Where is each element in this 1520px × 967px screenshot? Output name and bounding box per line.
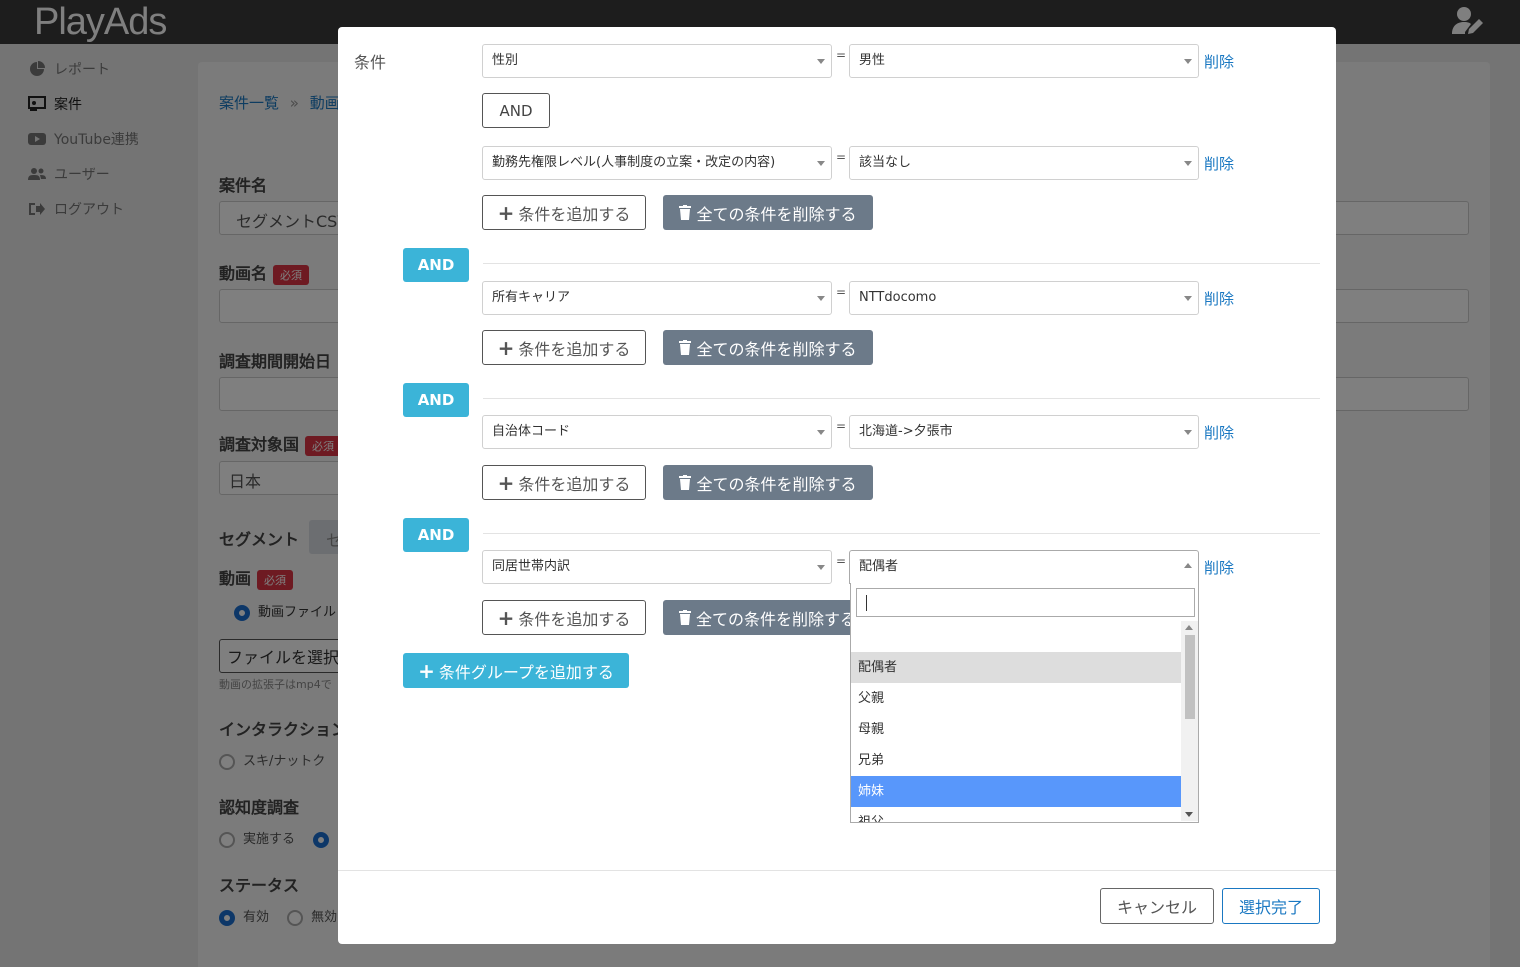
delete-condition-link[interactable]: 削除 <box>1204 557 1234 578</box>
group-divider <box>483 398 1320 399</box>
condition-value: 北海道->夕張市 <box>859 424 953 439</box>
cancel-button[interactable]: キャンセル <box>1100 888 1214 924</box>
trash-icon <box>679 610 691 625</box>
plus-icon: + <box>418 658 435 683</box>
scroll-down-icon[interactable] <box>1185 812 1193 817</box>
chevron-down-icon <box>817 430 825 435</box>
done-button[interactable]: 選択完了 <box>1222 888 1320 924</box>
condition-value-select[interactable]: NTTdocomo <box>849 281 1199 315</box>
and-badge: AND <box>403 383 469 417</box>
trash-icon <box>679 205 692 220</box>
dropdown-option[interactable]: 兄弟 <box>851 745 1183 776</box>
scroll-up-icon[interactable] <box>1185 625 1193 630</box>
text-cursor <box>866 595 867 611</box>
delete-all-label: 全ての条件を削除する <box>696 474 857 494</box>
add-condition-label: 条件を追加する <box>518 609 631 629</box>
condition-field-select[interactable]: 性別 <box>482 44 832 78</box>
dropdown-search-input[interactable] <box>856 588 1195 617</box>
condition-field-value: 所有キャリア <box>492 290 571 305</box>
condition-field-value: 性別 <box>492 53 519 68</box>
plus-icon: + <box>497 605 515 630</box>
chevron-down-icon <box>817 161 825 166</box>
condition-value-select[interactable]: 北海道->夕張市 <box>849 415 1199 449</box>
condition-field-select[interactable]: 同居世帯内訳 <box>482 550 832 584</box>
add-condition-button[interactable]: + 条件を追加する <box>482 330 646 365</box>
chevron-down-icon <box>817 296 825 301</box>
equals-sign: = <box>836 285 847 299</box>
group-divider <box>483 263 1320 264</box>
chevron-down-icon <box>817 59 825 64</box>
delete-condition-link[interactable]: 削除 <box>1204 288 1234 309</box>
modal-footer-divider <box>338 870 1336 871</box>
and-badge: AND <box>403 248 469 282</box>
chevron-down-icon <box>1184 59 1192 64</box>
delete-all-conditions-button[interactable]: 全ての条件を削除する <box>663 465 873 500</box>
equals-sign: = <box>836 419 847 433</box>
plus-icon: + <box>497 335 515 360</box>
condition-value: 該当なし <box>859 155 912 170</box>
trash-icon <box>679 475 692 490</box>
chevron-down-icon <box>1184 296 1192 301</box>
group-divider <box>483 533 1320 534</box>
add-condition-button[interactable]: + 条件を追加する <box>482 195 646 230</box>
add-condition-group-button[interactable]: + 条件グループを追加する <box>403 653 629 688</box>
add-condition-label: 条件を追加する <box>518 204 631 224</box>
delete-all-label: 全ての条件を削除する <box>696 339 857 359</box>
equals-sign: = <box>836 150 847 164</box>
dropdown-option-selected[interactable]: 配偶者 <box>851 652 1183 683</box>
condition-value-select-open[interactable]: 配偶者 <box>849 550 1199 584</box>
condition-value: NTTdocomo <box>859 290 937 305</box>
dropdown-option[interactable]: 祖父 <box>851 807 1183 822</box>
condition-value-select[interactable]: 該当なし <box>849 146 1199 180</box>
delete-all-label: 全ての条件を削除する <box>696 609 857 629</box>
condition-field-value: 同居世帯内訳 <box>492 559 571 574</box>
add-condition-label: 条件を追加する <box>518 339 631 359</box>
equals-sign: = <box>836 48 847 62</box>
delete-condition-link[interactable]: 削除 <box>1204 51 1234 72</box>
add-group-label: 条件グループを追加する <box>438 662 614 682</box>
plus-icon: + <box>497 200 515 225</box>
delete-all-conditions-button[interactable]: 全ての条件を削除する <box>663 330 873 365</box>
delete-condition-link[interactable]: 削除 <box>1204 422 1234 443</box>
condition-value-select[interactable]: 男性 <box>849 44 1199 78</box>
dropdown-option-highlighted[interactable]: 姉妹 <box>851 776 1183 807</box>
and-button[interactable]: AND <box>482 93 550 128</box>
add-condition-button[interactable]: + 条件を追加する <box>482 465 646 500</box>
add-condition-label: 条件を追加する <box>518 474 631 494</box>
condition-field-select[interactable]: 所有キャリア <box>482 281 832 315</box>
segment-condition-modal: 条件 性別 = 男性 削除 AND 勤務先権限レベル(人事制度の立案・改定の内容… <box>338 27 1336 944</box>
delete-condition-link[interactable]: 削除 <box>1204 153 1234 174</box>
delete-all-conditions-button[interactable]: 全ての条件を削除する <box>663 600 873 635</box>
chevron-down-icon <box>817 565 825 570</box>
chevron-down-icon <box>1184 161 1192 166</box>
trash-icon <box>679 340 692 355</box>
and-badge: AND <box>403 518 469 552</box>
condition-field-value: 勤務先権限レベル(人事制度の立案・改定の内容) <box>492 155 776 170</box>
dropdown-option[interactable]: 父親 <box>851 683 1183 714</box>
condition-label: 条件 <box>354 53 387 72</box>
dropdown-options: 配偶者 父親 母親 兄弟 姉妹 祖父 <box>851 621 1183 822</box>
condition-field-select[interactable]: 自治体コード <box>482 415 832 449</box>
chevron-up-icon <box>1184 563 1192 568</box>
plus-icon: + <box>497 470 515 495</box>
dropdown-scrollbar[interactable] <box>1181 621 1198 821</box>
chevron-down-icon <box>1184 430 1192 435</box>
dropdown-option[interactable] <box>851 621 1183 652</box>
value-dropdown: 配偶者 父親 母親 兄弟 姉妹 祖父 <box>850 583 1199 823</box>
condition-field-value: 自治体コード <box>492 424 571 439</box>
scrollbar-thumb[interactable] <box>1185 635 1195 719</box>
condition-value: 男性 <box>859 53 886 68</box>
dropdown-option[interactable]: 母親 <box>851 714 1183 745</box>
condition-field-select[interactable]: 勤務先権限レベル(人事制度の立案・改定の内容) <box>482 146 832 180</box>
delete-all-label: 全ての条件を削除する <box>696 204 857 224</box>
condition-value: 配偶者 <box>859 559 899 574</box>
delete-all-conditions-button[interactable]: 全ての条件を削除する <box>663 195 873 230</box>
add-condition-button[interactable]: + 条件を追加する <box>482 600 646 635</box>
equals-sign: = <box>836 554 847 568</box>
